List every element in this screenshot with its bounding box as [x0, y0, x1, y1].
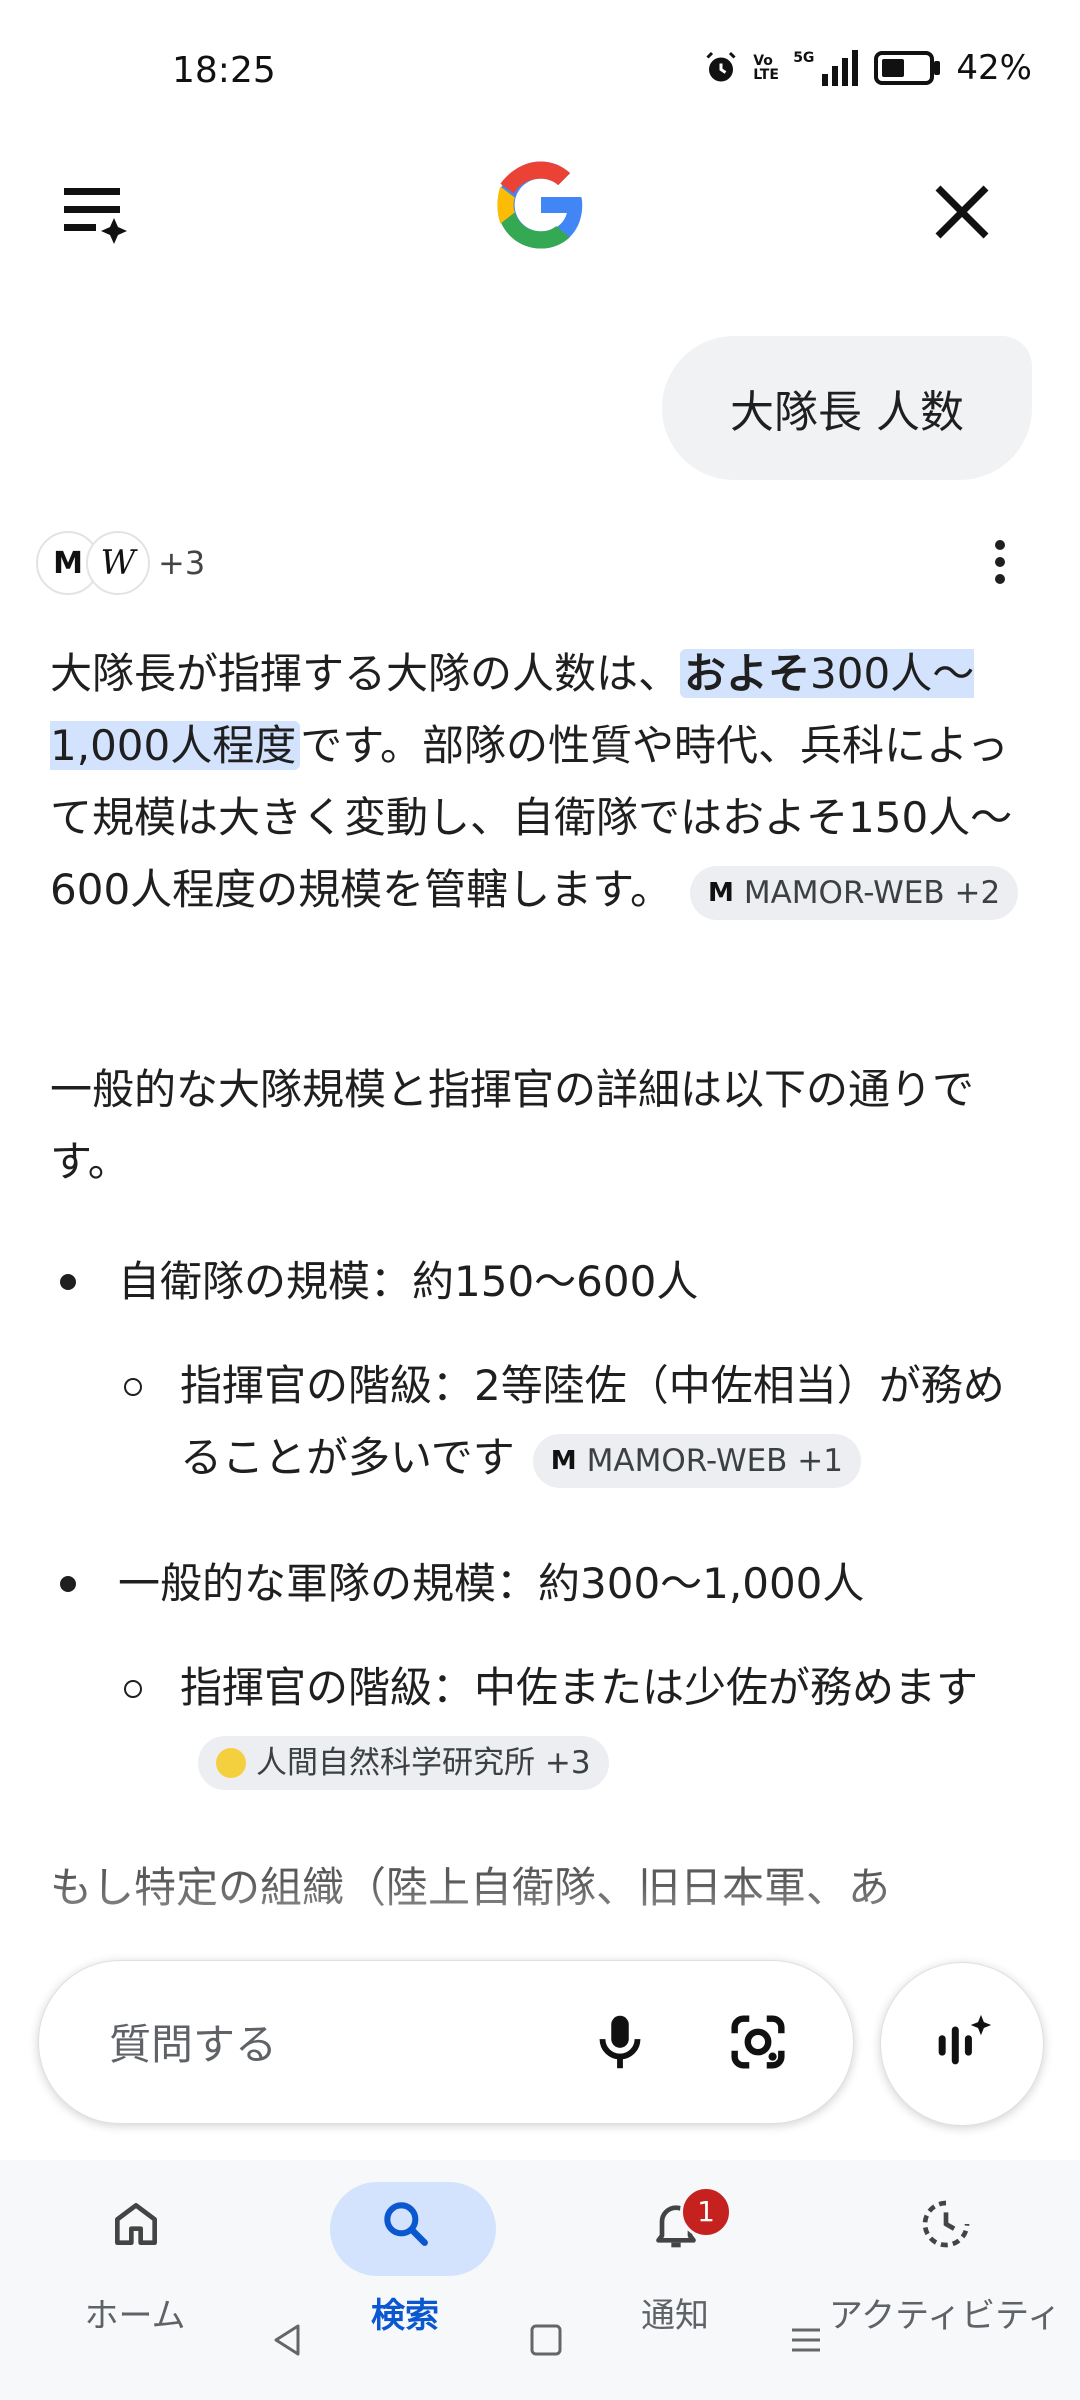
ask-input-bar[interactable]: 質問する — [38, 1960, 854, 2124]
sub-bullet-ring — [124, 1378, 142, 1396]
sub-bullet-ring — [124, 1680, 142, 1698]
system-navigation-bar — [0, 2300, 1080, 2380]
wikipedia-source-logo-icon: W — [86, 531, 150, 595]
answer-paragraph: 大隊長が指揮する大隊の人数は、およそ300人〜1,000人程度です。部隊の性質や… — [50, 638, 1040, 926]
back-icon[interactable] — [268, 2320, 308, 2360]
microphone-icon[interactable] — [585, 2007, 655, 2077]
answer-text-pre: 大隊長が指揮する大隊の人数は、 — [50, 649, 681, 698]
status-icons: Vo LTE 5G 42% — [703, 48, 1032, 88]
nav-activity[interactable]: アクティビティ — [810, 2170, 1080, 2336]
institute-avatar-icon — [216, 1747, 246, 1778]
notification-badge: 1 — [680, 2186, 732, 2238]
sources-row[interactable]: M W +3 — [36, 530, 205, 596]
nav-notifications[interactable]: 1 通知 — [540, 2170, 810, 2336]
status-bar: 18:25 Vo LTE 5G 42% — [0, 0, 1080, 140]
bullet-item: 一般的な軍隊の規模：約300〜1,000人 — [118, 1559, 865, 1608]
citation-chip-label: MAMOR-WEB +2 — [743, 874, 1001, 911]
live-voice-button[interactable] — [880, 1962, 1044, 2126]
alarm-icon — [706, 51, 736, 82]
home-icon — [115, 2203, 158, 2245]
sub-bullet-item: 指揮官の階級：中佐または少佐が務めます人間自然科学研究所 +3 — [180, 1652, 1040, 1796]
search-icon — [384, 2202, 428, 2246]
answer-highlight-bold: およそ — [684, 649, 811, 698]
sub-bullet-item: 指揮官の階級：2等陸佐（中佐相当）が務めることが多いです M MAMOR-WEB +… — [180, 1350, 1040, 1494]
close-icon[interactable] — [922, 172, 1002, 252]
google-lens-icon[interactable] — [723, 2007, 793, 2077]
answer-paragraph-2: 一般的な大隊規模と指揮官の詳細は以下の通りです。 — [50, 1065, 975, 1186]
live-voice-icon — [938, 2014, 992, 2065]
mamor-icon: M — [707, 877, 734, 908]
home-square-icon[interactable] — [526, 2320, 566, 2360]
volte-indicator: Vo LTE — [753, 53, 779, 83]
sub-bullet-text: 指揮官の階級：中佐または少佐が務めます — [180, 1663, 979, 1712]
bullet-dot — [60, 1274, 76, 1290]
query-bubble: 大隊長 人数 — [662, 336, 1032, 480]
more-options-icon[interactable] — [990, 540, 1010, 588]
citation-chip[interactable]: M MAMOR-WEB +2 — [689, 865, 1019, 920]
network-label: 5G — [793, 50, 815, 66]
nav-search[interactable]: 検索 — [270, 2170, 540, 2336]
ask-input-placeholder[interactable]: 質問する — [109, 2011, 277, 2072]
citation-chip-label: 人間自然科学研究所 +3 — [256, 1744, 591, 1781]
nav-home[interactable]: ホーム — [0, 2170, 270, 2336]
activity-icon — [922, 2200, 970, 2248]
citation-chip-label: MAMOR-WEB +1 — [586, 1442, 843, 1479]
sources-more-count: +3 — [158, 544, 206, 582]
menu-sparkle-icon[interactable] — [56, 170, 136, 250]
citation-chip[interactable]: 人間自然科学研究所 +3 — [198, 1735, 609, 1790]
bullet-item: 自衛隊の規模：約150〜600人 — [118, 1257, 699, 1306]
citation-chip[interactable]: M MAMOR-WEB +1 — [532, 1433, 861, 1488]
top-app-bar — [0, 150, 1080, 260]
status-time: 18:25 — [172, 50, 276, 91]
google-logo-icon — [497, 161, 586, 249]
recents-icon[interactable] — [786, 2320, 826, 2360]
signal-icon — [822, 50, 859, 86]
mamor-icon: M — [550, 1445, 577, 1476]
battery-percent: 42% — [956, 48, 1032, 88]
bullet-dot — [60, 1576, 76, 1592]
battery-icon — [874, 51, 941, 85]
